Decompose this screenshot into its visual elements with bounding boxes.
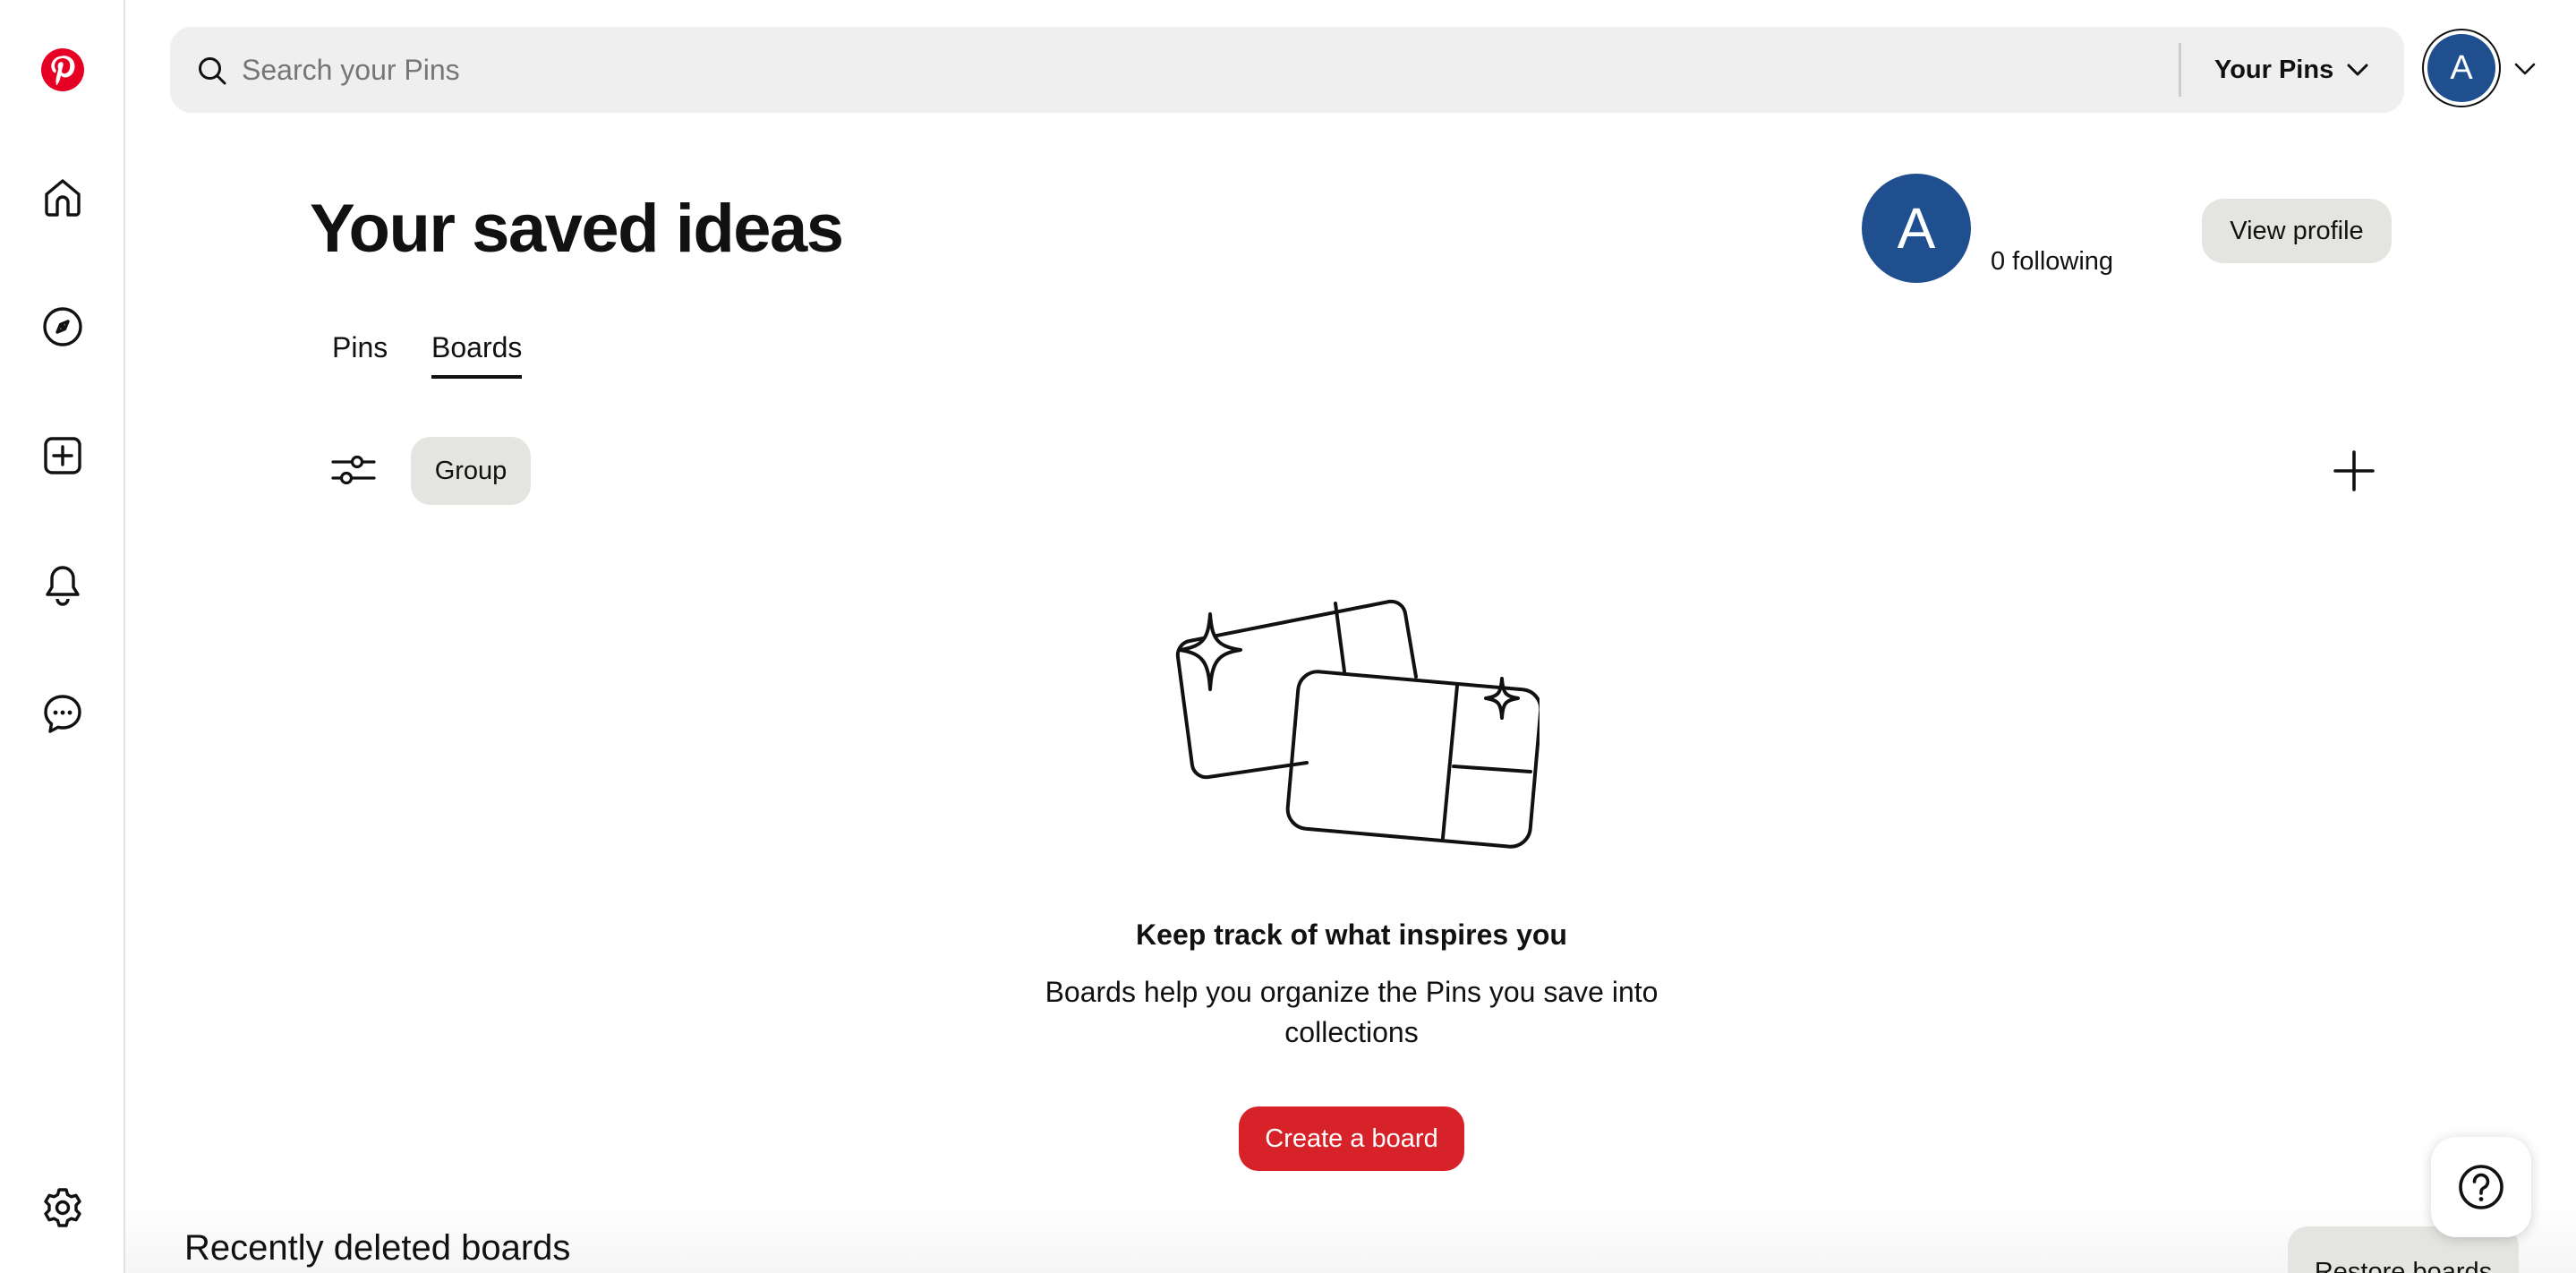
app-root: Your Pins A Your saved ideas A 0 followi…	[0, 0, 2576, 1273]
filter-button[interactable]	[322, 437, 385, 503]
chevron-down-icon	[2514, 63, 2536, 75]
search-bar: Your Pins	[170, 27, 2404, 113]
profile-avatar[interactable]: A	[1862, 174, 1971, 283]
search-icon	[199, 57, 226, 85]
add-board-button[interactable]	[2320, 437, 2388, 505]
empty-state-heading: Keep track of what inspires you	[1136, 918, 1567, 951]
profile-avatar-initial: A	[1897, 196, 1936, 261]
create-board-button[interactable]: Create a board	[1239, 1106, 1464, 1171]
bell-icon[interactable]	[27, 549, 98, 620]
plus-icon	[2333, 450, 2375, 491]
home-icon[interactable]	[27, 162, 98, 234]
view-profile-button[interactable]: View profile	[2202, 199, 2392, 263]
search-input[interactable]	[242, 45, 2086, 95]
compass-icon[interactable]	[27, 291, 98, 363]
sliders-icon	[331, 455, 376, 485]
group-button[interactable]: Group	[411, 437, 531, 505]
search-scope-dropdown[interactable]: Your Pins	[2214, 27, 2369, 113]
chat-bubble-icon[interactable]	[27, 678, 98, 749]
tab-pins[interactable]: Pins	[332, 331, 388, 375]
page-title: Your saved ideas	[310, 191, 844, 267]
boards-illustration	[1175, 599, 1540, 849]
chevron-down-icon	[2347, 64, 2368, 76]
question-mark-icon	[2459, 1165, 2503, 1209]
pinterest-logo[interactable]	[27, 34, 98, 106]
sidebar	[0, 0, 125, 1273]
search-divider	[2179, 43, 2181, 97]
search-scope-label: Your Pins	[2214, 55, 2334, 84]
account-avatar[interactable]: A	[2427, 34, 2495, 102]
gear-icon[interactable]	[27, 1172, 98, 1243]
help-button[interactable]	[2431, 1137, 2531, 1237]
empty-state-body: Boards help you organize the Pins you sa…	[1045, 976, 1659, 1048]
tab-boards[interactable]: Boards	[431, 331, 523, 379]
plus-square-icon[interactable]	[27, 420, 98, 491]
pinterest-logo-icon	[41, 48, 84, 91]
following-count[interactable]: 0 following	[1991, 247, 2113, 277]
account-avatar-initial: A	[2450, 48, 2473, 87]
recently-deleted-title: Recently deleted boards	[184, 1228, 571, 1268]
account-menu-chevron[interactable]	[2512, 56, 2538, 82]
